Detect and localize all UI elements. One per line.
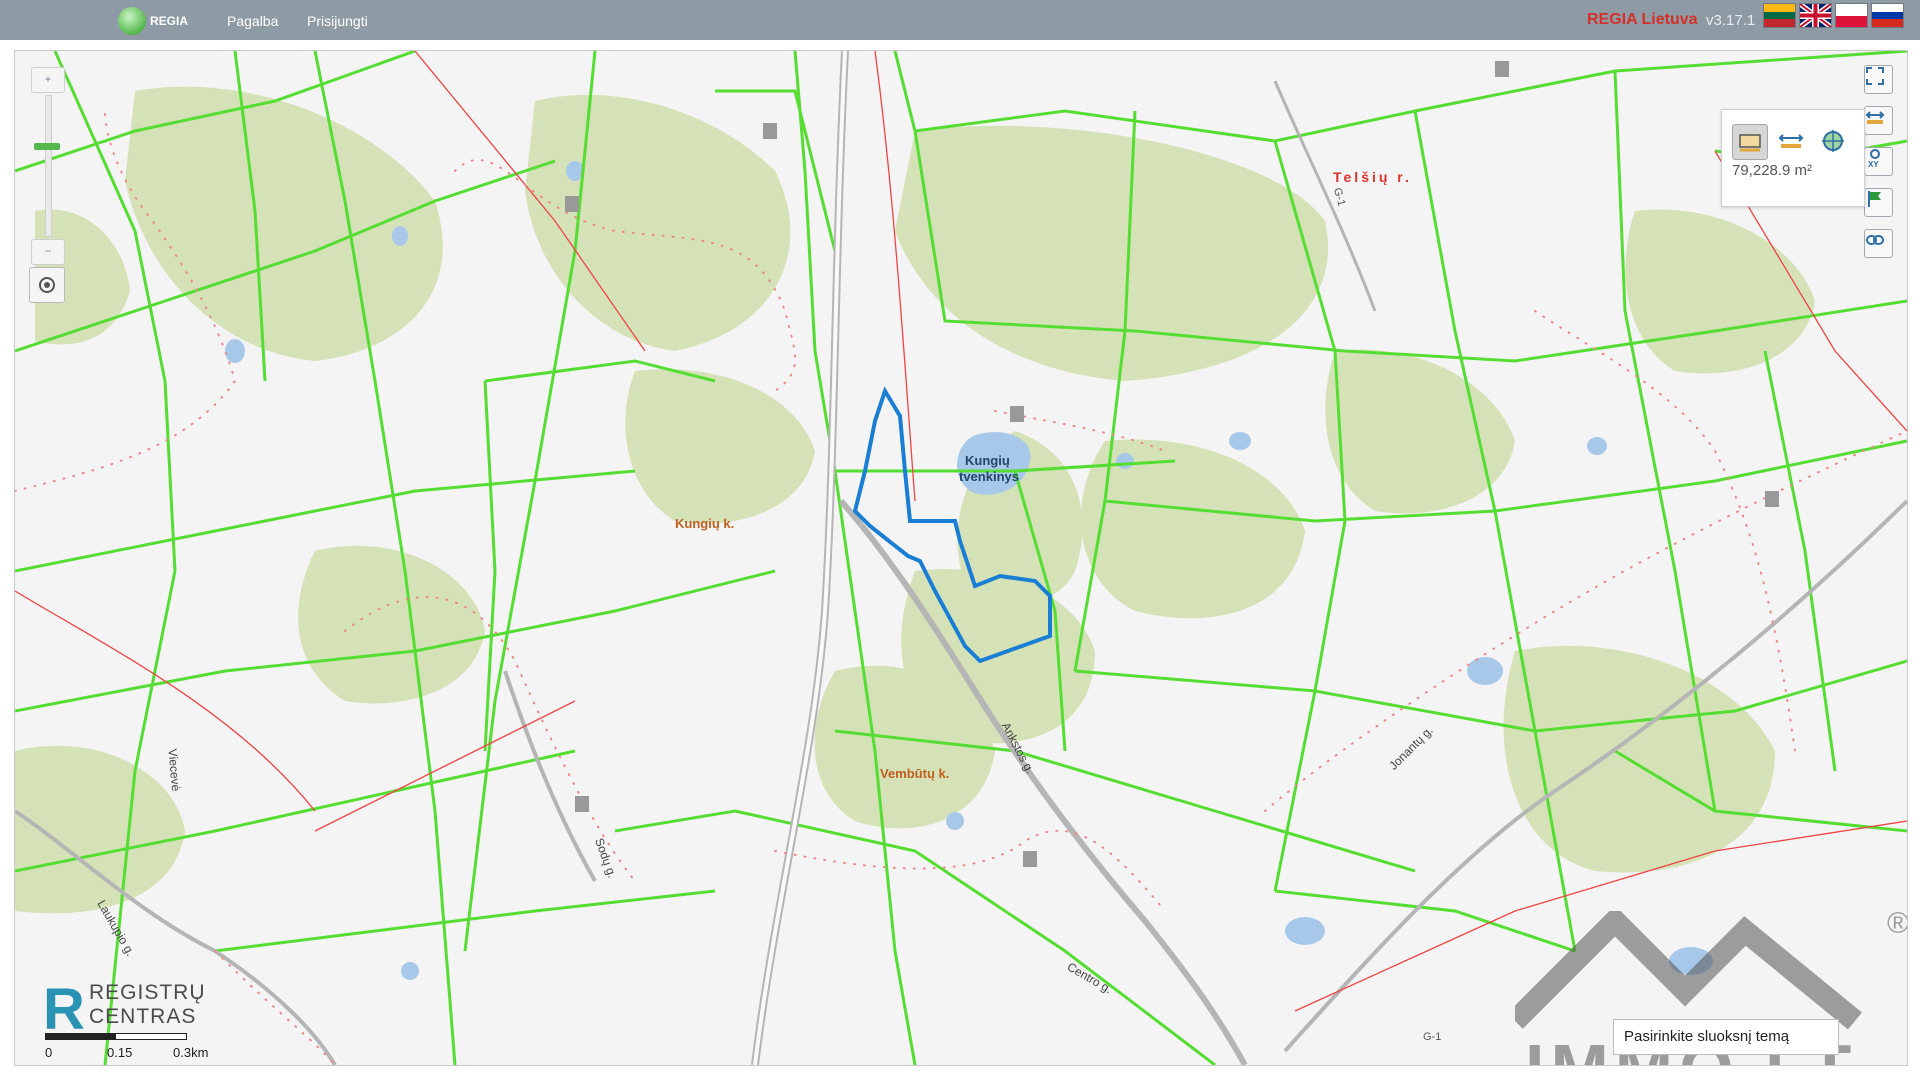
polish-flag-icon[interactable] xyxy=(1836,4,1867,27)
area-measure-icon xyxy=(1739,134,1761,152)
app-version: v3.17.1 xyxy=(1706,12,1756,29)
flag-icon xyxy=(1868,191,1881,207)
lithuanian-flag-icon[interactable] xyxy=(1764,4,1795,27)
link-icon xyxy=(1866,235,1884,245)
zoom-slider-handle[interactable] xyxy=(34,143,60,150)
village-label-vembutu: Vembūtų k. xyxy=(880,766,950,781)
scale-label-mid: 0.15 xyxy=(107,1045,133,1060)
zoom-track[interactable] xyxy=(45,95,52,237)
flag-button[interactable] xyxy=(1864,188,1893,217)
nav-login-link[interactable]: Prisijungti xyxy=(307,13,368,29)
fullscreen-button[interactable] xyxy=(1864,65,1893,94)
scale-label-end: 0.3km xyxy=(173,1045,209,1060)
scale-bar: 0 0.15 0.3km xyxy=(45,1033,208,1063)
area-measure-button[interactable] xyxy=(1732,124,1768,160)
pond-label-line1: Kungių xyxy=(965,453,1010,468)
registru-text: REGISTRŲ xyxy=(89,981,206,1004)
regia-logo-icon[interactable] xyxy=(118,7,146,35)
logo-text: REGIA xyxy=(150,14,189,28)
map-drawing[interactable] xyxy=(15,51,1907,1065)
xy-coordinates-button[interactable]: XY xyxy=(1864,147,1893,176)
target-icon xyxy=(39,277,55,293)
zoom-in-button[interactable]: + xyxy=(31,67,65,93)
registru-centras-mark-icon: R xyxy=(43,977,85,1042)
distance-measure-icon xyxy=(1778,134,1804,148)
russian-flag-icon[interactable] xyxy=(1872,4,1903,27)
fullscreen-icon xyxy=(1866,67,1884,85)
scale-label-0: 0 xyxy=(45,1045,53,1060)
svg-text:XY: XY xyxy=(1868,160,1879,168)
nav-help-link[interactable]: Pagalba xyxy=(227,13,278,29)
distance-measure-button[interactable] xyxy=(1774,124,1808,158)
road-label-g1-bottom: G-1 xyxy=(1423,1031,1442,1043)
measure-tools-icon xyxy=(1865,111,1885,124)
xy-coordinates-icon: XY xyxy=(1868,149,1880,168)
layer-theme-select[interactable]: Pasirinkite sluoksnį temą xyxy=(1613,1019,1839,1055)
village-label-kungiu: Kungių k. xyxy=(675,516,735,531)
locate-button[interactable] xyxy=(29,267,65,303)
district-label: Telšių r. xyxy=(1333,169,1412,185)
zoom-control: + − xyxy=(31,67,65,265)
pond-label-line2: tvenkinys xyxy=(959,469,1019,484)
point-coordinate-button[interactable] xyxy=(1816,124,1850,158)
measured-area-value: 79,228.9 m² xyxy=(1732,162,1813,179)
english-flag-icon[interactable] xyxy=(1800,4,1831,27)
point-coordinate-icon xyxy=(1822,130,1844,152)
top-bar: REGIA Pagalba Prisijungti REGIA Lietuva … xyxy=(0,0,1920,40)
app-title: REGIA Lietuva xyxy=(1587,11,1698,28)
zoom-out-button[interactable]: − xyxy=(31,239,65,265)
link-button[interactable] xyxy=(1864,229,1893,258)
measure-tools-button[interactable] xyxy=(1864,106,1893,135)
map-canvas[interactable]: Telšių r. Kungių k. Kungių tvenkinys Vem… xyxy=(14,50,1908,1066)
scale-bar-graphic xyxy=(45,1033,187,1040)
centras-text: CENTRAS xyxy=(89,1005,197,1028)
measure-panel: 79,228.9 m² xyxy=(1721,109,1865,207)
